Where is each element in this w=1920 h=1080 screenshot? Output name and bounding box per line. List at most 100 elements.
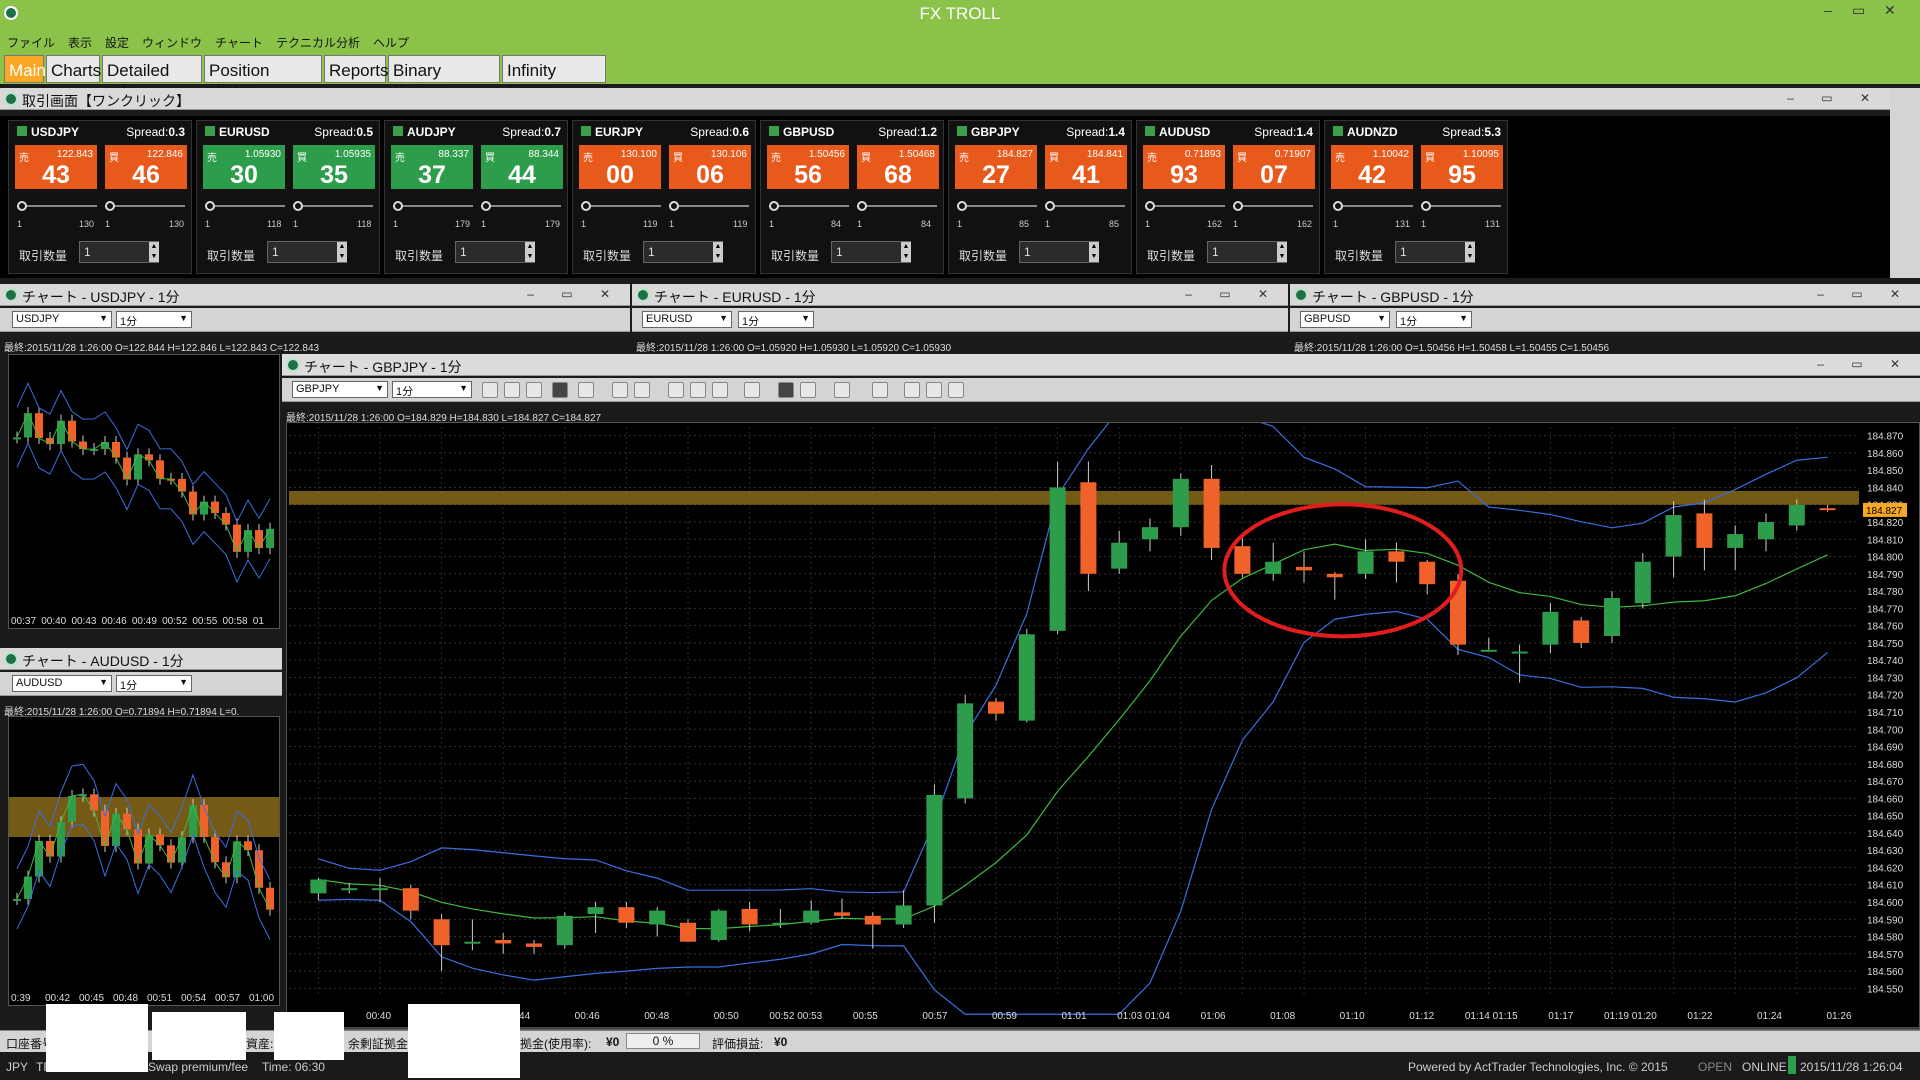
timeframe-select[interactable]: 1分 ▼ <box>116 311 192 328</box>
qty-input[interactable]: 1 <box>1207 241 1287 263</box>
qty-spinner[interactable]: ▲ ▼ <box>1089 242 1099 262</box>
timeframe-select[interactable]: 1分 ▼ <box>392 381 472 398</box>
line-tool-icon[interactable] <box>744 382 760 398</box>
qty-spinner[interactable]: ▲ ▼ <box>525 242 535 262</box>
slider-knob[interactable] <box>205 201 215 211</box>
chart-audusd[interactable]: 0:39 00:42 00:45 00:48 00:51 00:54 00:57 01:00 <box>8 716 280 1006</box>
qty-spinner[interactable]: ▲ ▼ <box>337 242 347 262</box>
buy-slider[interactable] <box>105 201 185 211</box>
trade-panel-scrollbar[interactable] <box>1890 88 1920 278</box>
qty-input[interactable]: 1 <box>1395 241 1475 263</box>
tab-charts[interactable]: Charts <box>46 55 101 83</box>
qty-input[interactable]: 1 <box>643 241 723 263</box>
symbol-select[interactable]: EURUSD ▼ <box>642 311 732 328</box>
buy-button[interactable]: 買 1.50468 68 <box>857 145 939 189</box>
tab-position-history[interactable]: Position History <box>204 55 322 100</box>
tab-detailed-info[interactable]: Detailed Info <box>102 55 202 100</box>
eraser-icon[interactable] <box>800 382 816 398</box>
copy-icon[interactable] <box>690 382 706 398</box>
buy-button[interactable]: 買 0.71907 07 <box>1233 145 1315 189</box>
slider-knob[interactable] <box>1045 201 1055 211</box>
buy-slider[interactable] <box>293 201 373 211</box>
timeframe-select[interactable]: 1分 ▼ <box>738 311 814 328</box>
buy-button[interactable]: 買 122.846 46 <box>105 145 187 189</box>
slider-knob[interactable] <box>669 201 679 211</box>
qty-input[interactable]: 1 <box>455 241 535 263</box>
symbol-select[interactable]: GBPUSD ▼ <box>1300 311 1390 328</box>
candle-type-icon[interactable] <box>872 382 888 398</box>
pen-icon[interactable] <box>778 382 794 398</box>
chart-window-buttons[interactable]: – ▭ ✕ <box>1185 287 1280 301</box>
slider-knob[interactable] <box>1333 201 1343 211</box>
sell-slider[interactable] <box>393 201 473 211</box>
chart-window-buttons[interactable]: – ▭ ✕ <box>1817 357 1912 371</box>
sell-slider[interactable] <box>205 201 285 211</box>
buy-button[interactable]: 買 1.05935 35 <box>293 145 375 189</box>
sell-button[interactable]: 売 1.10042 42 <box>1331 145 1413 189</box>
chart-window-buttons[interactable]: – ▭ ✕ <box>1817 287 1912 301</box>
buy-slider[interactable] <box>481 201 561 211</box>
tab-main[interactable]: Main <box>4 55 46 83</box>
qty-input[interactable]: 1 <box>79 241 159 263</box>
menu-settings[interactable]: 設定 <box>98 30 135 51</box>
slider-knob[interactable] <box>1233 201 1243 211</box>
slider-knob[interactable] <box>857 201 867 211</box>
sell-button[interactable]: 売 130.100 00 <box>579 145 661 189</box>
maximize-button[interactable]: ▭ <box>1852 2 1865 19</box>
sell-button[interactable]: 売 0.71893 93 <box>1143 145 1225 189</box>
buy-button[interactable]: 買 184.841 41 <box>1045 145 1127 189</box>
slider-knob[interactable] <box>769 201 779 211</box>
menu-help[interactable]: ヘルプ <box>366 30 415 51</box>
sell-slider[interactable] <box>1145 201 1225 211</box>
zoom-in-icon[interactable] <box>482 382 498 398</box>
slider-knob[interactable] <box>957 201 967 211</box>
symbol-select[interactable]: AUDUSD ▼ <box>12 675 112 692</box>
sell-slider[interactable] <box>769 201 849 211</box>
sell-slider[interactable] <box>581 201 661 211</box>
zoom-fit-icon[interactable] <box>526 382 542 398</box>
minimize-button[interactable]: – <box>1824 2 1832 18</box>
qty-spinner[interactable]: ▲ ▼ <box>713 242 723 262</box>
menu-view[interactable]: 表示 <box>61 30 98 51</box>
menu-chart[interactable]: チャート <box>208 30 269 51</box>
buy-button[interactable]: 買 88.344 44 <box>481 145 563 189</box>
buy-slider[interactable] <box>857 201 937 211</box>
timeframe-select[interactable]: 1分 ▼ <box>1396 311 1472 328</box>
slider-knob[interactable] <box>105 201 115 211</box>
sell-button[interactable]: 売 184.827 27 <box>955 145 1037 189</box>
save-icon[interactable] <box>712 382 728 398</box>
buy-button[interactable]: 買 1.10095 95 <box>1421 145 1503 189</box>
chart-usdjpy[interactable]: 00:37 00:40 00:43 00:46 00:49 00:52 00:55 00:58… <box>8 354 280 629</box>
sell-slider[interactable] <box>957 201 1037 211</box>
sell-slider[interactable] <box>1333 201 1413 211</box>
timeframe-select[interactable]: 1分 ▼ <box>116 675 192 692</box>
qty-spinner[interactable]: ▲ ▼ <box>901 242 911 262</box>
symbol-select[interactable]: GBPJPY ▼ <box>292 381 388 398</box>
symbol-select[interactable]: USDJPY ▼ <box>12 311 112 328</box>
print-icon[interactable] <box>668 382 684 398</box>
qty-input[interactable]: 1 <box>267 241 347 263</box>
tab-binary-options[interactable]: Binary Options <box>388 55 500 100</box>
menu-window[interactable]: ウィンドウ <box>135 30 208 51</box>
qty-input[interactable]: 1 <box>1019 241 1099 263</box>
buy-slider[interactable] <box>669 201 749 211</box>
slider-knob[interactable] <box>17 201 27 211</box>
qty-spinner[interactable]: ▲ ▼ <box>149 242 159 262</box>
screenshot-icon[interactable] <box>904 382 920 398</box>
slider-knob[interactable] <box>393 201 403 211</box>
sell-button[interactable]: 売 1.05930 30 <box>203 145 285 189</box>
menu-file[interactable]: ファイル <box>0 30 61 51</box>
panel-window-buttons[interactable]: – ▭ ✕ <box>1787 91 1882 105</box>
sell-button[interactable]: 売 122.843 43 <box>15 145 97 189</box>
menu-technical[interactable]: テクニカル分析 <box>269 30 366 51</box>
cursor-icon[interactable] <box>552 382 568 398</box>
zoom-out-icon[interactable] <box>504 382 520 398</box>
slider-knob[interactable] <box>481 201 491 211</box>
slider-knob[interactable] <box>581 201 591 211</box>
template-icon[interactable] <box>634 382 650 398</box>
crosshair-icon[interactable] <box>578 382 594 398</box>
indicator-icon[interactable] <box>612 382 628 398</box>
fib-tool-icon[interactable] <box>834 382 850 398</box>
tab-reports[interactable]: Reports <box>324 55 389 83</box>
slider-knob[interactable] <box>1421 201 1431 211</box>
